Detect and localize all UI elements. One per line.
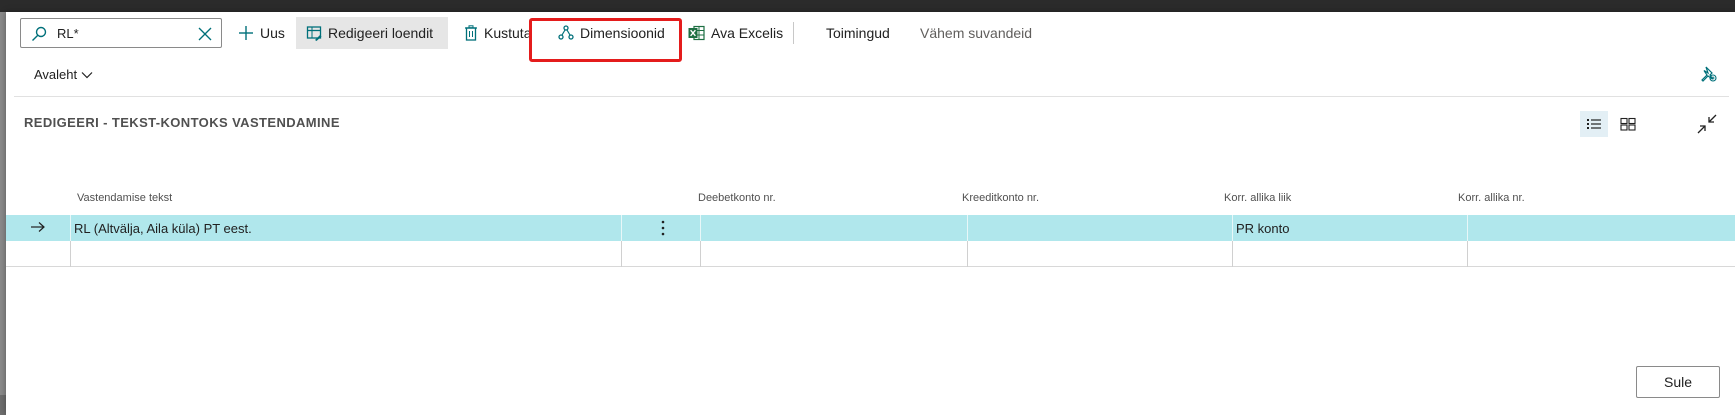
delete-label: Kustuta xyxy=(484,25,532,41)
new-button-label: Uus xyxy=(260,25,285,41)
table-row[interactable] xyxy=(6,241,1735,267)
home-menu-label: Avaleht xyxy=(34,67,78,82)
cell-divider xyxy=(621,215,622,241)
edit-list-label: Redigeeri loendit xyxy=(328,25,434,41)
list-view-icon xyxy=(1587,119,1601,129)
tile-view-button[interactable] xyxy=(1614,111,1642,137)
fewer-options-button[interactable]: Vähem suvandeid xyxy=(910,17,1042,49)
cell-divider xyxy=(700,215,701,241)
table-row[interactable]: RL (Altvälja, Aila küla) PT eest. PR kon… xyxy=(6,215,1735,241)
action-separator xyxy=(793,22,794,44)
new-button[interactable]: Uus xyxy=(228,17,295,49)
action-bar: RL* Uus Redigeeri loendit Kustuta Dimens… xyxy=(6,12,1735,62)
cell-mapping-text[interactable]: RL (Altvälja, Aila küla) PT eest. xyxy=(74,221,252,236)
page-title: REDIGEERI - TEKST-KONTOKS VASTENDAMINE xyxy=(24,115,340,130)
close-button[interactable]: Sule xyxy=(1636,366,1720,398)
dimensions-highlight-box xyxy=(529,18,682,62)
cell-divider xyxy=(1232,215,1233,241)
cell-divider xyxy=(967,241,968,267)
search-input[interactable]: RL* xyxy=(57,26,79,41)
edit-list-button[interactable]: Redigeeri loendit xyxy=(296,17,448,49)
more-options-icon[interactable] xyxy=(660,219,666,237)
actions-menu-label: Toimingud xyxy=(826,25,890,41)
column-header-mapping-text[interactable]: Vastendamise tekst xyxy=(77,192,172,204)
fewer-options-label: Vähem suvandeid xyxy=(920,25,1033,41)
cell-divider xyxy=(700,241,701,267)
cell-divider xyxy=(70,241,71,267)
pin-icon[interactable] xyxy=(1700,65,1718,83)
cell-divider xyxy=(621,241,622,267)
browser-top-bar xyxy=(0,0,1735,12)
chevron-down-icon xyxy=(81,71,93,78)
plus-icon xyxy=(239,26,253,40)
cell-divider xyxy=(967,215,968,241)
search-icon xyxy=(32,26,47,41)
edit-list-icon xyxy=(306,26,322,41)
collapse-icon[interactable] xyxy=(1696,113,1718,135)
divider xyxy=(14,96,1729,97)
cell-divider xyxy=(70,215,71,241)
search-box[interactable]: RL* xyxy=(20,18,222,48)
column-header-credit-account[interactable]: Kreeditkonto nr. xyxy=(962,192,1039,204)
cell-divider xyxy=(1232,241,1233,267)
column-header-debit-account[interactable]: Deebetkonto nr. xyxy=(698,192,776,204)
open-in-excel-label: Ava Excelis xyxy=(711,25,784,41)
excel-icon xyxy=(688,25,705,41)
tile-view-icon xyxy=(1620,117,1636,131)
trash-icon xyxy=(465,25,477,41)
edit-mapping-dialog: RL* Uus Redigeeri loendit Kustuta Dimens… xyxy=(6,12,1735,415)
column-header-bal-source-no[interactable]: Korr. allika nr. xyxy=(1458,192,1525,204)
clear-search-icon[interactable] xyxy=(197,26,213,42)
arrow-right-icon xyxy=(31,222,45,232)
actions-menu-button[interactable]: Toimingud xyxy=(816,17,900,49)
column-header-bal-source-type[interactable]: Korr. allika liik xyxy=(1224,192,1291,204)
cell-divider xyxy=(1467,215,1468,241)
cell-divider xyxy=(1467,241,1468,267)
home-menu[interactable]: Avaleht xyxy=(34,67,93,82)
open-in-excel-button[interactable]: Ava Excelis xyxy=(678,17,793,49)
cell-bal-source-type[interactable]: PR konto xyxy=(1236,221,1289,236)
list-view-button[interactable] xyxy=(1580,111,1608,137)
